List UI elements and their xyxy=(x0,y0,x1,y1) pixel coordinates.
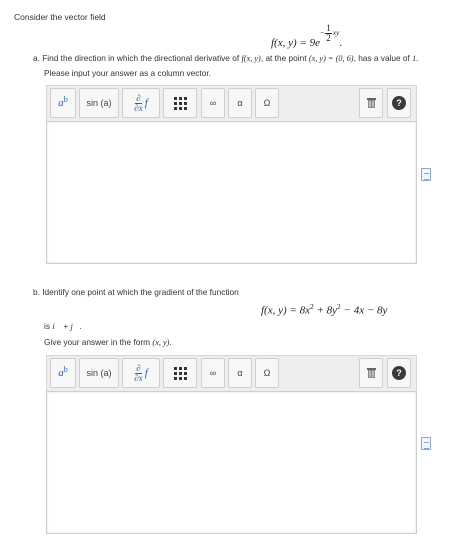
matrix-button[interactable] xyxy=(163,88,197,118)
trash-icon xyxy=(366,368,376,378)
is-line-b: is i⃗ + j⃗. xyxy=(44,321,82,331)
partial-derivative-button[interactable]: ∂ ∂x f xyxy=(122,358,160,388)
document-icon[interactable] xyxy=(421,437,431,450)
help-button[interactable]: ? xyxy=(387,88,411,118)
help-icon: ? xyxy=(392,96,406,110)
partial-derivative-button[interactable]: ∂ ∂x f xyxy=(122,88,160,118)
question-b: b. Identify one point at which the gradi… xyxy=(33,287,239,297)
math-toolbar-b: ab sin (a) ∂ ∂x f ∞ α Ω ? xyxy=(46,355,417,391)
help-button[interactable]: ? xyxy=(387,358,411,388)
math-toolbar-a: ab sin (a) ∂ ∂x f ∞ α Ω ? xyxy=(46,85,417,121)
help-icon: ? xyxy=(392,366,406,380)
alpha-button[interactable]: α xyxy=(228,358,252,388)
instruction-a: Please input your answer as a column vec… xyxy=(44,68,211,78)
trash-icon xyxy=(366,98,376,108)
omega-button[interactable]: Ω xyxy=(255,88,279,118)
sin-button[interactable]: sin (a) xyxy=(79,358,119,388)
alpha-button[interactable]: α xyxy=(228,88,252,118)
formula-a: f(x, y) = 9e− 1 2 xy. xyxy=(271,23,343,49)
answer-input-b[interactable] xyxy=(46,391,417,534)
intro-text: Consider the vector field xyxy=(14,12,106,22)
sin-button[interactable]: sin (a) xyxy=(79,88,119,118)
question-a: a. Find the direction in which the direc… xyxy=(33,53,419,63)
infinity-button[interactable]: ∞ xyxy=(201,88,225,118)
matrix-button[interactable] xyxy=(163,358,197,388)
trash-button[interactable] xyxy=(359,358,383,388)
power-button[interactable]: ab xyxy=(50,88,76,118)
formula-b: f(x, y) = 8x2 + 8y2 − 4x − 8y xyxy=(261,302,388,317)
trash-button[interactable] xyxy=(359,88,383,118)
answer-input-a[interactable] xyxy=(46,121,417,264)
instruction-b: Give your answer in the form (x, y). xyxy=(44,337,172,347)
infinity-button[interactable]: ∞ xyxy=(201,358,225,388)
document-icon[interactable] xyxy=(421,168,431,181)
matrix-grid-icon xyxy=(173,96,187,110)
omega-button[interactable]: Ω xyxy=(255,358,279,388)
power-button[interactable]: ab xyxy=(50,358,76,388)
matrix-grid-icon xyxy=(173,366,187,380)
